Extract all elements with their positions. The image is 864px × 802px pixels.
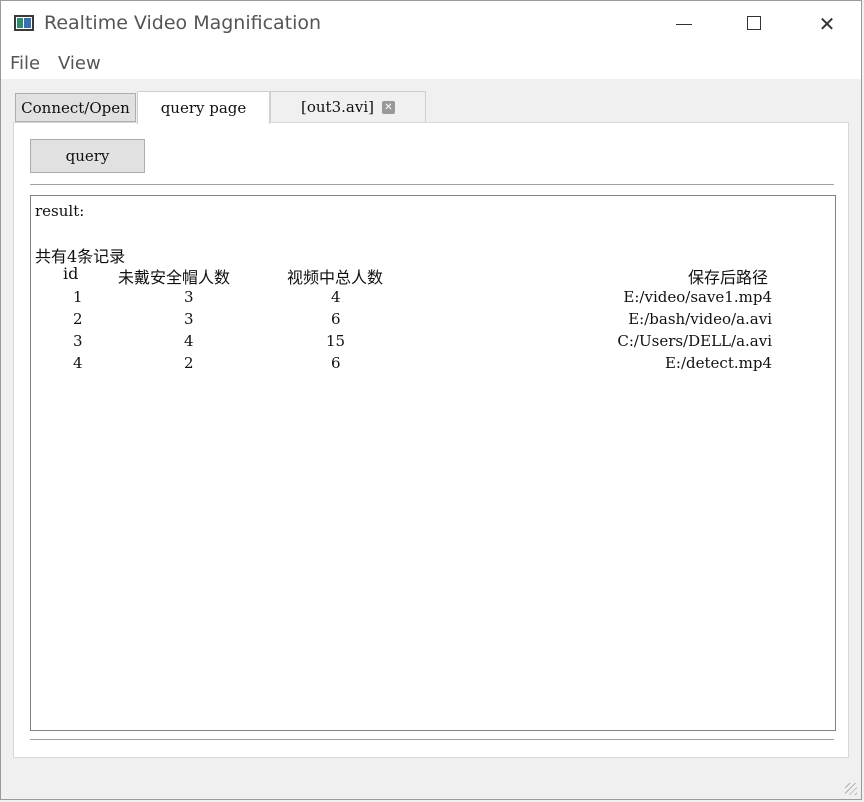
app-icon (14, 15, 34, 31)
maximize-button[interactable] (739, 11, 769, 37)
tab-label: Connect/Open (21, 98, 130, 117)
tab-label: query page (160, 99, 247, 117)
menu-bar: File View (1, 47, 861, 79)
menu-view[interactable]: View (58, 53, 101, 74)
divider (30, 739, 834, 740)
table-cell-id: 3 (73, 332, 83, 350)
tab-out3-avi[interactable]: [out3.avi] ✕ (270, 91, 426, 123)
table-cell-no-helmet: 2 (184, 354, 194, 372)
minimize-button[interactable] (669, 11, 699, 37)
table-cell-path: E:/detect.mp4 (664, 354, 772, 372)
record-count-summary: 共有4条记录 (35, 247, 126, 266)
table-cell-total: 4 (331, 288, 341, 306)
menu-file[interactable]: File (10, 53, 40, 74)
result-label: result: (35, 202, 85, 220)
table-cell-total: 15 (326, 332, 346, 350)
table-cell-total: 6 (331, 354, 341, 372)
table-cell-no-helmet: 3 (184, 310, 194, 328)
table-cell-path: E:/video/save1.mp4 (623, 288, 772, 306)
table-cell-id: 1 (73, 288, 83, 306)
column-header-no-helmet-count: 未戴安全帽人数 (118, 268, 231, 287)
window-title: Realtime Video Magnification (44, 12, 322, 34)
resize-grip-icon[interactable] (845, 783, 857, 795)
title-bar[interactable]: Realtime Video Magnification ✕ (1, 1, 861, 47)
table-cell-no-helmet: 4 (184, 332, 194, 350)
result-text-area[interactable]: result: 共有4条记录 id 未戴安全帽人数 视频中总人数 保存后路径 1… (30, 195, 836, 731)
tab-connect-open[interactable]: Connect/Open (15, 93, 136, 122)
divider (30, 184, 834, 185)
query-button[interactable]: query (30, 139, 145, 173)
tab-label: [out3.avi] (301, 98, 374, 116)
table-cell-id: 2 (73, 310, 83, 328)
query-page-panel: query result: 共有4条记录 id 未戴安全帽人数 视频中总人数 保… (13, 122, 849, 758)
table-cell-no-helmet: 3 (184, 288, 194, 306)
table-cell-path: C:/Users/DELL/a.avi (617, 332, 772, 350)
close-button[interactable]: ✕ (812, 11, 842, 37)
tab-close-icon[interactable]: ✕ (381, 100, 395, 114)
table-cell-total: 6 (331, 310, 341, 328)
table-cell-path: E:/bash/video/a.avi (628, 310, 772, 328)
tab-query-page[interactable]: query page (137, 91, 270, 124)
app-window: Realtime Video Magnification ✕ File View… (0, 0, 862, 800)
column-header-total-people: 视频中总人数 (287, 268, 384, 287)
table-cell-id: 4 (73, 354, 83, 372)
column-header-id: id (63, 264, 79, 283)
column-header-save-path: 保存后路径 (688, 268, 769, 287)
